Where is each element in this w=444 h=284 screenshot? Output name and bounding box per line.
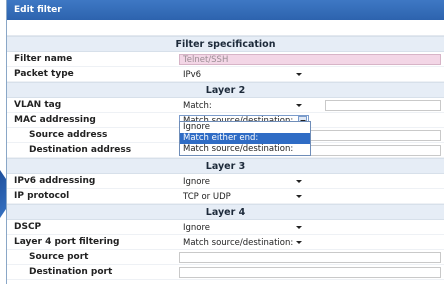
destination-port-input[interactable] bbox=[179, 267, 441, 278]
packet-type-value: IPv6 bbox=[183, 70, 202, 80]
source-port-input[interactable] bbox=[179, 252, 441, 263]
section-layer-3: Layer 3 bbox=[7, 158, 444, 174]
packet-type-label: Packet type bbox=[14, 69, 74, 79]
row-vlan-tag: VLAN tag Match: bbox=[7, 98, 444, 113]
layer4-port-filtering-select[interactable]: Match source/destination: bbox=[179, 237, 309, 248]
filter-name-input[interactable]: Telnet/SSH bbox=[179, 54, 441, 65]
dscp-value: Ignore bbox=[183, 223, 211, 233]
row-ip-protocol: IP protocol TCP or UDP bbox=[7, 189, 444, 204]
layer4-port-filtering-value: Match source/destination: bbox=[183, 238, 294, 248]
row-layer4-port-filtering: Layer 4 port filtering Match source/dest… bbox=[7, 235, 444, 250]
row-ipv6-addressing: IPv6 addressing Ignore bbox=[7, 174, 444, 189]
section-layer-2: Layer 2 bbox=[7, 82, 444, 98]
chevron-down-icon bbox=[296, 226, 302, 229]
ipv6-addressing-value: Ignore bbox=[183, 177, 211, 187]
dialog-title: Edit filter bbox=[7, 0, 444, 20]
dropdown-option-match-source-destination[interactable]: Match source/destination: bbox=[180, 144, 310, 155]
spacer bbox=[7, 20, 444, 36]
section-filter-specification: Filter specification bbox=[7, 36, 444, 52]
chevron-down-icon bbox=[296, 195, 302, 198]
chevron-down-icon bbox=[296, 104, 302, 107]
ip-protocol-value: TCP or UDP bbox=[183, 192, 231, 202]
chevron-down-icon bbox=[296, 73, 302, 76]
destination-port-label: Destination port bbox=[29, 267, 113, 277]
row-dscp: DSCP Ignore bbox=[7, 220, 444, 235]
mac-addressing-label: MAC addressing bbox=[14, 115, 96, 125]
vlan-tag-label: VLAN tag bbox=[14, 100, 62, 110]
vlan-tag-value: Match: bbox=[183, 101, 212, 111]
chevron-down-icon bbox=[296, 180, 302, 183]
row-source-port: Source port bbox=[7, 250, 444, 265]
chevron-down-icon bbox=[296, 241, 302, 244]
ip-protocol-select[interactable]: TCP or UDP bbox=[179, 191, 309, 202]
row-filter-name: Filter name Telnet/SSH bbox=[7, 52, 444, 67]
source-port-label: Source port bbox=[29, 252, 89, 262]
mac-addressing-dropdown: Ignore Match either end: Match source/de… bbox=[179, 121, 311, 156]
dropdown-option-match-either-end[interactable]: Match either end: bbox=[180, 133, 310, 144]
packet-type-select[interactable]: IPv6 bbox=[179, 69, 309, 80]
vlan-tag-input[interactable] bbox=[325, 100, 441, 111]
row-packet-type: Packet type IPv6 bbox=[7, 67, 444, 82]
ipv6-addressing-select[interactable]: Ignore bbox=[179, 176, 309, 187]
vlan-tag-select[interactable]: Match: bbox=[179, 100, 309, 111]
dropdown-option-ignore[interactable]: Ignore bbox=[180, 122, 310, 133]
edit-filter-dialog: Edit filter Filter specification Filter … bbox=[6, 0, 444, 284]
filter-name-label: Filter name bbox=[14, 54, 73, 64]
layer4-port-filtering-label: Layer 4 port filtering bbox=[14, 237, 120, 247]
ipv6-addressing-label: IPv6 addressing bbox=[14, 176, 96, 186]
destination-address-label: Destination address bbox=[29, 145, 132, 155]
row-destination-port: Destination port bbox=[7, 265, 444, 280]
ip-protocol-label: IP protocol bbox=[14, 191, 70, 201]
dscp-label: DSCP bbox=[14, 222, 42, 232]
dscp-select[interactable]: Ignore bbox=[179, 222, 309, 233]
source-address-label: Source address bbox=[29, 130, 108, 140]
section-layer-4: Layer 4 bbox=[7, 204, 444, 220]
